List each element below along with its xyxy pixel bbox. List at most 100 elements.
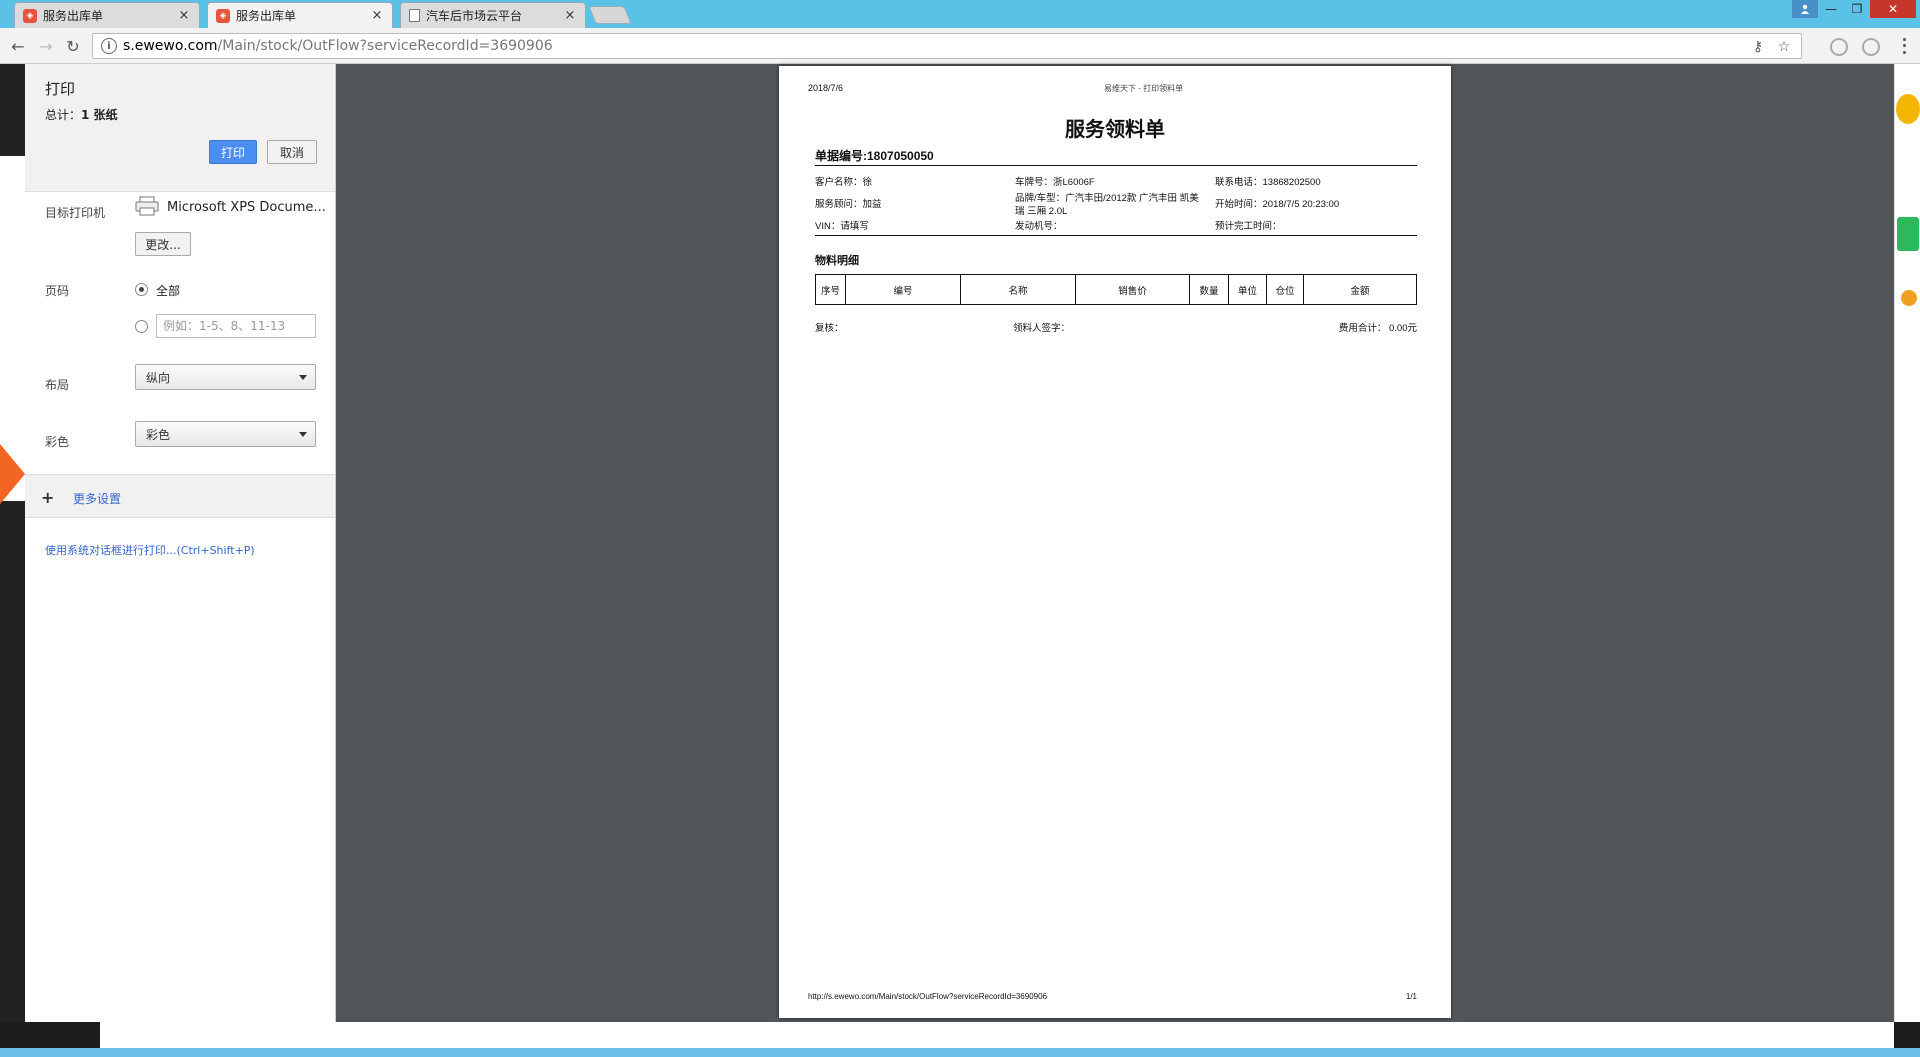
cancel-button[interactable]: 取消: [267, 140, 317, 164]
chevron-down-icon: [299, 432, 307, 437]
page-header-title: 易维天下 - 打印领料单: [1104, 84, 1184, 93]
more-settings-link[interactable]: 更多设置: [73, 490, 121, 507]
pages-label: 页码: [45, 284, 70, 298]
color-select[interactable]: 彩色: [135, 421, 316, 447]
background-logo-mark: [0, 444, 25, 504]
page-footer-number: 1/1: [1405, 992, 1417, 1001]
estimated-finish: 预计完工时间：: [1215, 221, 1282, 232]
tab-service-outbound-1[interactable]: ◈ 服务出库单 ×: [14, 2, 200, 28]
close-tab-icon[interactable]: ×: [177, 8, 191, 23]
tab-title: 服务出库单: [43, 9, 104, 23]
address-bar[interactable]: i s.ewewo.com/Main/stock/OutFlow?service…: [92, 33, 1802, 59]
taskbar: [0, 1048, 1920, 1057]
tab-strip: ◈ 服务出库单 × ◈ 服务出库单 × 汽车后市场云平台 × — ❐ ✕: [0, 0, 1920, 28]
new-tab-button[interactable]: [588, 6, 632, 24]
engine-number: 发动机号：: [1015, 221, 1063, 232]
print-settings-panel: 打印 总计：1 张纸 打印 取消 目标打印机 Microsoft XPS Doc…: [25, 64, 336, 1022]
close-tab-icon[interactable]: ×: [370, 8, 384, 23]
signature-field: 领料人签字：: [1013, 323, 1071, 334]
layout-value: 纵向: [146, 370, 171, 385]
background-page-right: [1894, 64, 1920, 1024]
pages-custom-radio[interactable]: [135, 320, 148, 333]
layout-label: 布局: [45, 378, 70, 392]
url-host: s.ewewo.com: [123, 38, 218, 54]
printer-name: Microsoft XPS Docume...: [167, 200, 326, 215]
background-badge: [1896, 94, 1920, 124]
service-advisor: 服务顾问：加益: [815, 199, 882, 210]
start-time: 开始时间：2018/7/5 20:23:00: [1215, 199, 1340, 210]
minimize-button[interactable]: —: [1818, 0, 1844, 18]
table-header-cell: 单位: [1229, 275, 1267, 304]
site-favicon-icon: ◈: [216, 8, 230, 23]
maximize-button[interactable]: ❐: [1844, 0, 1870, 18]
tab-title: 服务出库单: [236, 9, 297, 23]
page-header-date: 2018/7/6: [808, 83, 844, 93]
close-tab-icon[interactable]: ×: [563, 8, 577, 23]
table-header-cell: 编号: [846, 275, 961, 304]
materials-section-title: 物料明细: [815, 255, 859, 267]
color-label: 彩色: [45, 435, 70, 449]
destination-label: 目标打印机: [45, 206, 106, 220]
url-path: /Main/stock/OutFlow?serviceRecordId=3690…: [217, 38, 553, 54]
user-profile-icon[interactable]: [1792, 0, 1818, 18]
tab-auto-aftermarket[interactable]: 汽车后市场云平台 ×: [400, 2, 586, 28]
print-header: 打印 总计：1 张纸 打印 取消: [25, 64, 335, 192]
background-page-bottom: [0, 1022, 1920, 1057]
extension-icon[interactable]: [1830, 38, 1848, 56]
print-button[interactable]: 打印: [209, 140, 257, 164]
document-favicon-icon: [409, 9, 420, 22]
site-favicon-icon: ◈: [23, 8, 37, 23]
background-page-left: [0, 64, 25, 1057]
password-key-icon[interactable]: ⚷: [1749, 38, 1767, 56]
customer-name: 客户名称：徐: [815, 177, 873, 188]
review-field: 复核：: [815, 323, 844, 334]
background-strip: [100, 1022, 1894, 1048]
browser-toolbar: ← → ↻ i s.ewewo.com/Main/stock/OutFlow?s…: [0, 28, 1920, 64]
change-printer-button[interactable]: 更改...: [135, 232, 191, 256]
plus-icon: +: [41, 488, 55, 507]
system-dialog-link[interactable]: 使用系统对话框进行打印...(Ctrl+Shift+P): [45, 542, 255, 558]
site-info-icon[interactable]: i: [101, 38, 117, 54]
preview-page: 2018/7/6 易维天下 - 打印领料单 服务领料单 单据编号:1807050…: [779, 66, 1451, 1018]
pages-all-label[interactable]: 全部: [156, 282, 180, 299]
print-preview-area: 2018/7/6 易维天下 - 打印领料单 服务领料单 单据编号:1807050…: [336, 64, 1894, 1022]
materials-table-header: 序号 编号 名称 销售价 数量 单位 仓位 金额: [815, 274, 1417, 305]
vehicle-model-line1: 品牌/车型：广汽丰田/2012款 广汽丰田 凯美: [1015, 193, 1199, 204]
chevron-down-icon: [299, 375, 307, 380]
divider: [815, 235, 1417, 236]
layout-select[interactable]: 纵向: [135, 364, 316, 390]
table-header-cell: 销售价: [1076, 275, 1190, 304]
table-header-cell: 金额: [1350, 285, 1370, 297]
print-title: 打印: [45, 80, 76, 98]
reload-icon[interactable]: ↻: [63, 36, 83, 56]
plate-number: 车牌号：浙L6006F: [1015, 177, 1095, 188]
close-window-button[interactable]: ✕: [1870, 0, 1916, 18]
divider: [815, 165, 1417, 166]
bookmark-star-icon[interactable]: ☆: [1775, 38, 1793, 56]
printer-icon: [135, 196, 159, 216]
pages-range-input[interactable]: [156, 314, 316, 338]
vin: VIN：请填写: [815, 221, 869, 232]
total-cost: 费用合计： 0.00元: [1338, 323, 1417, 334]
tab-service-outbound-2[interactable]: ◈ 服务出库单 ×: [207, 2, 393, 28]
document-title: 服务领料单: [1065, 119, 1165, 141]
url-text[interactable]: s.ewewo.com/Main/stock/OutFlow?serviceRe…: [123, 38, 553, 54]
sheet-summary: 总计：1 张纸: [45, 106, 118, 123]
extension-icon[interactable]: [1862, 38, 1880, 56]
background-dot: [1901, 290, 1917, 306]
sheet-count: 1 张纸: [81, 108, 118, 122]
table-header-cell: 仓位: [1267, 275, 1304, 304]
forward-icon[interactable]: →: [36, 36, 56, 56]
browser-menu-icon[interactable]: [1896, 36, 1912, 56]
table-header-cell: 数量: [1190, 275, 1229, 304]
back-icon[interactable]: ←: [8, 36, 28, 56]
color-value: 彩色: [146, 427, 171, 442]
sheet-summary-label: 总计：: [45, 108, 82, 122]
more-settings-toggle[interactable]: + 更多设置: [25, 474, 335, 518]
page-footer-url: http://s.ewewo.com/Main/stock/OutFlow?se…: [808, 992, 1048, 1001]
document-number: 单据编号:1807050050: [815, 149, 934, 163]
background-button: [1897, 217, 1919, 251]
table-header-cell: 名称: [961, 275, 1076, 304]
pages-all-radio[interactable]: [135, 283, 148, 296]
vehicle-model-line2: 瑞 三厢 2.0L: [1015, 206, 1068, 217]
